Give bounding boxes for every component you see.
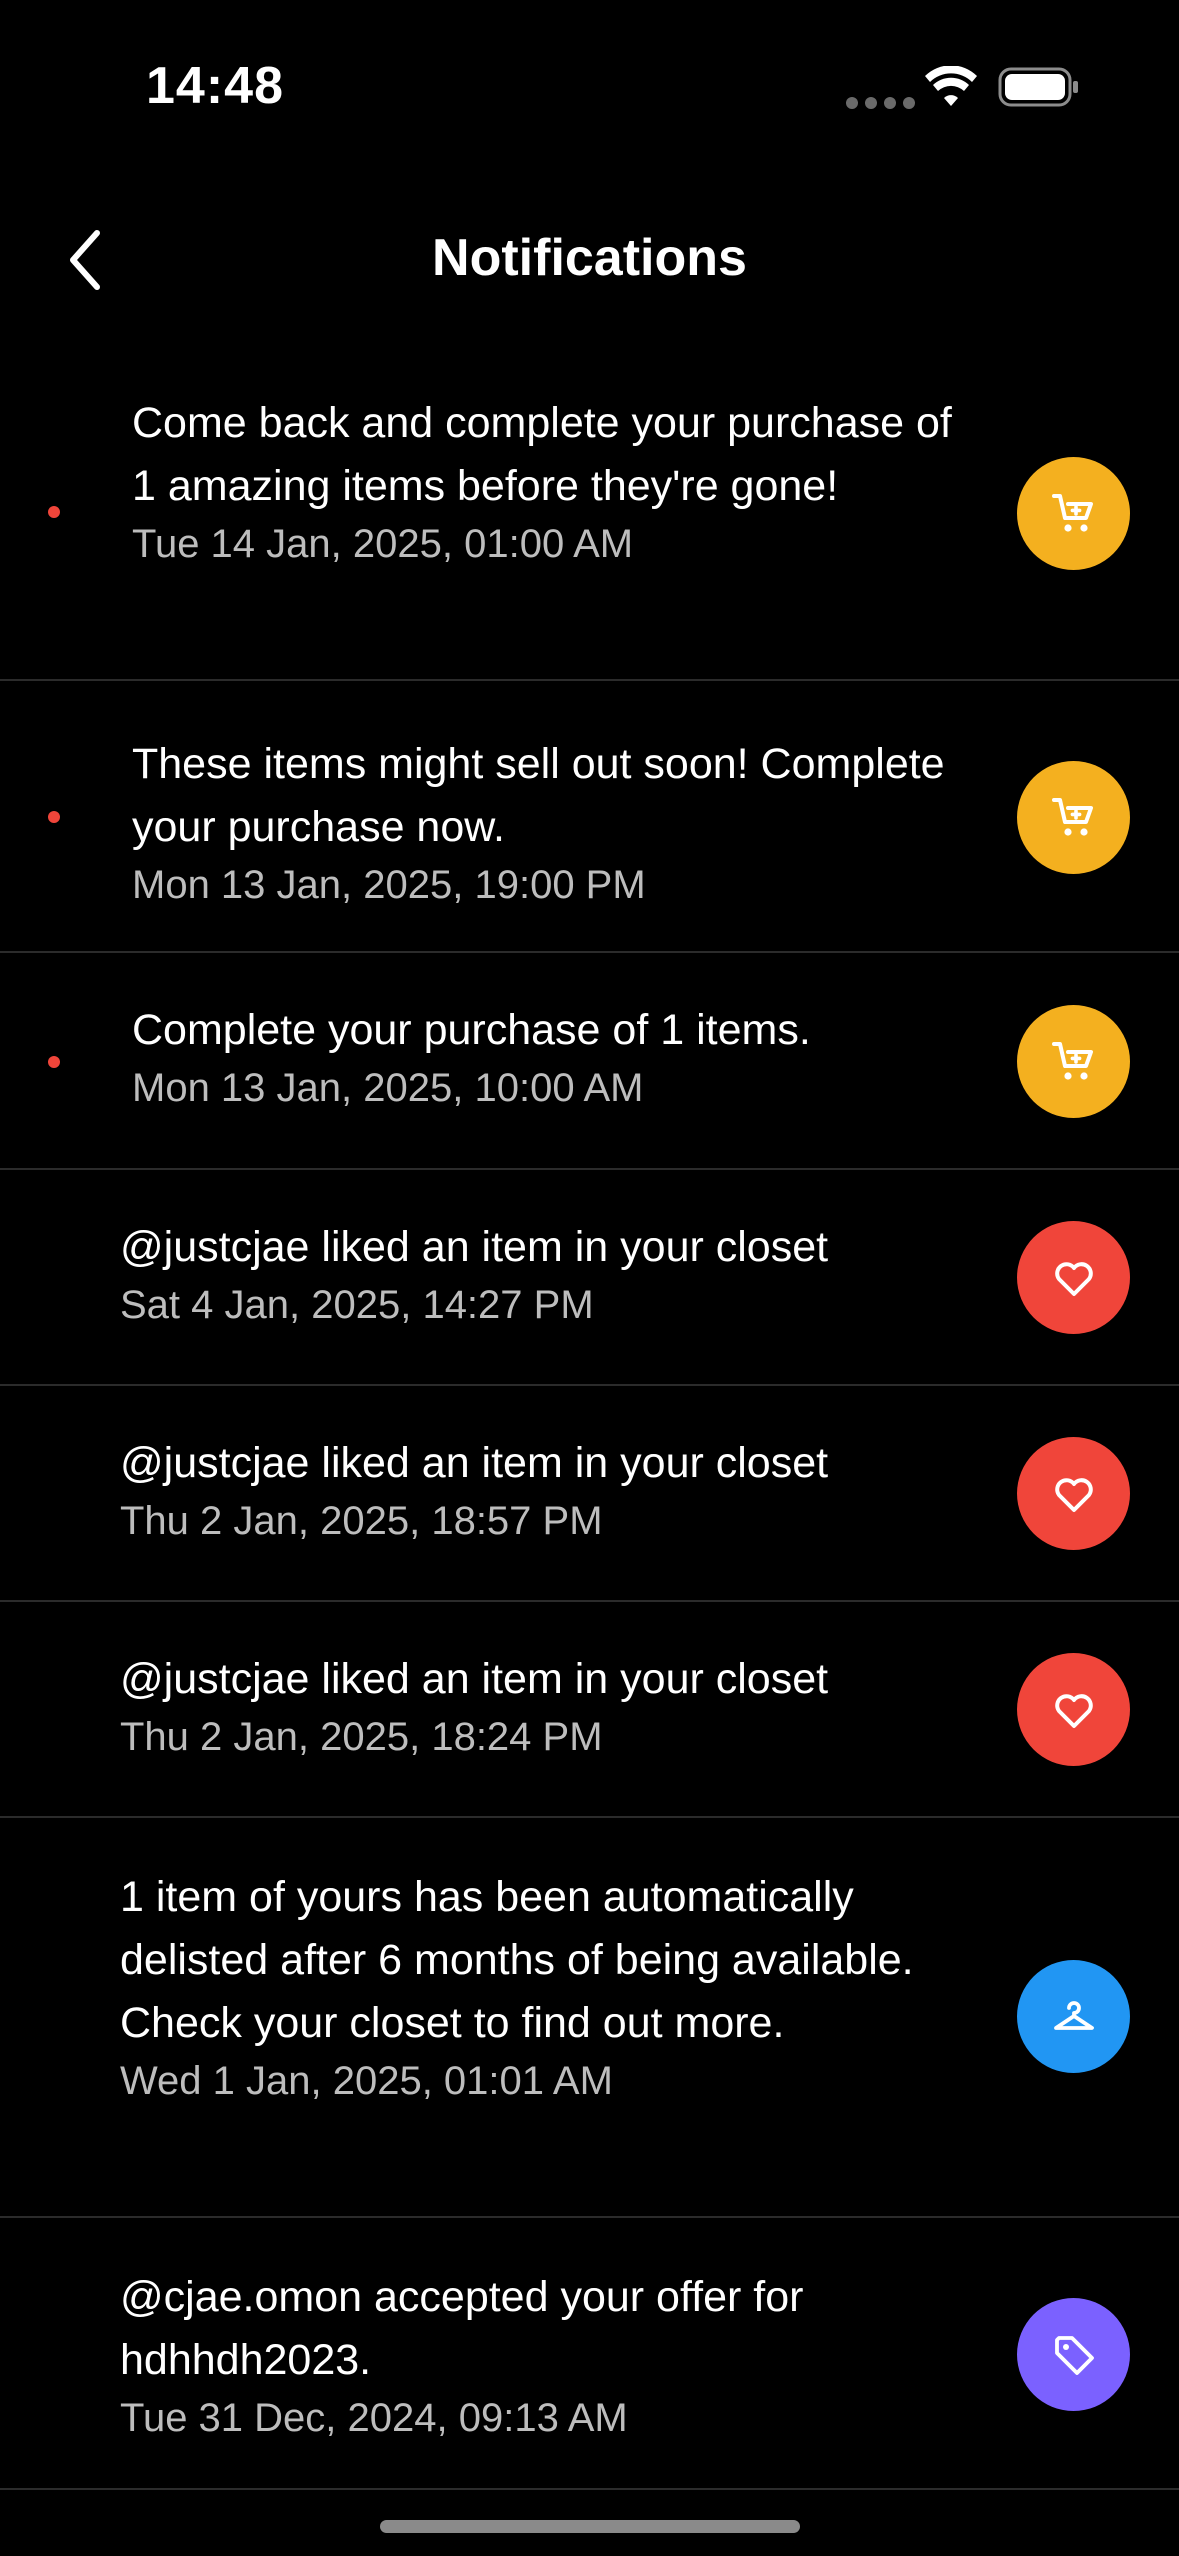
notification-message: These items might sell out soon! Complet…	[132, 740, 945, 851]
notification-item[interactable]: Complete your purchase of 1 items. Mon 1…	[0, 953, 1179, 1170]
cart-badge	[1017, 457, 1130, 570]
notification-item[interactable]: 1 item of yours has been automatically d…	[0, 1818, 1179, 2218]
unread-dot	[48, 506, 60, 518]
heart-badge	[1017, 1221, 1130, 1334]
unread-dot	[48, 1056, 60, 1068]
cart-icon	[1051, 797, 1093, 836]
notification-time: Wed 1 Jan, 2025, 01:01 AM	[120, 2059, 613, 2103]
header: Notifications	[0, 200, 1179, 324]
notification-message: @justcjae liked an item in your closet	[120, 1223, 829, 1271]
notification-item[interactable]: @justcjae liked an item in your closet T…	[0, 1386, 1179, 1602]
notification-message: @justcjae liked an item in your closet	[120, 1439, 829, 1487]
status-bar: 14:48	[0, 0, 1179, 150]
notification-item[interactable]: Come back and complete your purchase of …	[0, 356, 1179, 681]
notification-time: Tue 31 Dec, 2024, 09:13 AM	[120, 2396, 628, 2440]
wifi-icon	[925, 66, 977, 106]
hanger-icon	[1053, 2000, 1094, 2030]
signal-dots-icon	[846, 97, 915, 109]
notification-time: Mon 13 Jan, 2025, 10:00 AM	[132, 1066, 644, 1110]
notification-message: Come back and complete your purchase of …	[132, 399, 952, 510]
heart-icon	[1054, 1693, 1093, 1728]
notification-message: @cjae.omon accepted your offer for hdhhd…	[120, 2273, 804, 2384]
status-time: 14:48	[146, 57, 284, 115]
notification-time: Sat 4 Jan, 2025, 14:27 PM	[120, 1283, 594, 1327]
hanger-badge	[1017, 1960, 1130, 2073]
notification-time: Mon 13 Jan, 2025, 19:00 PM	[132, 863, 646, 907]
notification-message: 1 item of yours has been automatically d…	[120, 1873, 914, 2047]
heart-icon	[1054, 1261, 1093, 1296]
notification-message: Complete your purchase of 1 items.	[132, 1006, 811, 1054]
notification-item[interactable]: @justcjae liked an item in your closet S…	[0, 1170, 1179, 1386]
tag-icon	[1054, 2335, 1094, 2375]
cart-badge	[1017, 1005, 1130, 1118]
cart-icon	[1051, 493, 1093, 532]
home-indicator[interactable]	[380, 2520, 800, 2533]
notification-item[interactable]: @justcjae liked an item in your closet T…	[0, 1602, 1179, 1818]
heart-badge	[1017, 1653, 1130, 1766]
notification-item[interactable]: @cjae.omon accepted your offer for hdhhd…	[0, 2218, 1179, 2490]
cart-badge	[1017, 761, 1130, 874]
notification-item[interactable]: These items might sell out soon! Complet…	[0, 681, 1179, 953]
heart-icon	[1054, 1477, 1093, 1512]
tag-badge	[1017, 2298, 1130, 2411]
cart-icon	[1051, 1041, 1093, 1080]
heart-badge	[1017, 1437, 1130, 1550]
unread-dot	[48, 811, 60, 823]
notification-time: Thu 2 Jan, 2025, 18:24 PM	[120, 1715, 603, 1759]
notification-message: @justcjae liked an item in your closet	[120, 1655, 829, 1703]
notification-time: Thu 2 Jan, 2025, 18:57 PM	[120, 1499, 603, 1543]
page-title: Notifications	[432, 229, 747, 287]
notification-time: Tue 14 Jan, 2025, 01:00 AM	[132, 522, 634, 566]
notification-list: Come back and complete your purchase of …	[0, 356, 1179, 2490]
battery-icon	[998, 67, 1078, 107]
